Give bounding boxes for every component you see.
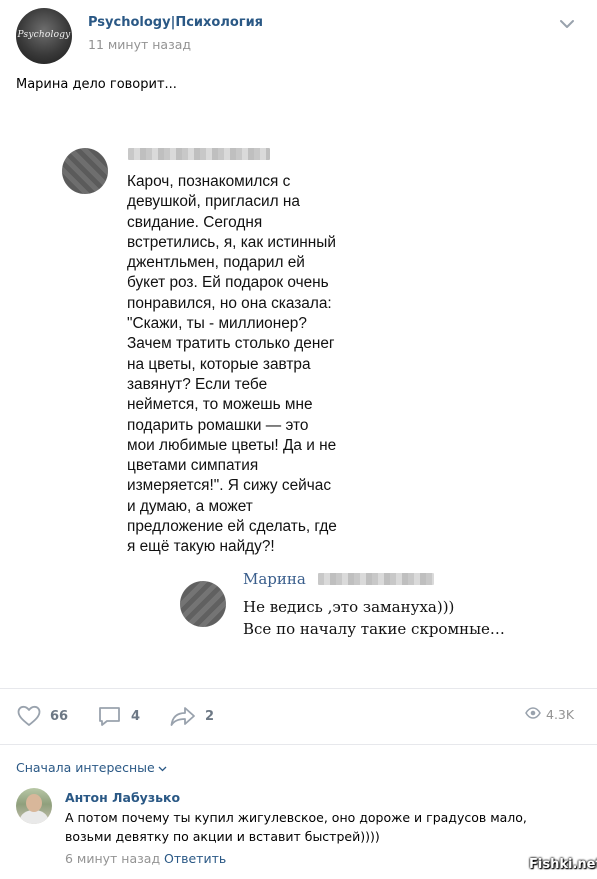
reply-button[interactable]: Ответить xyxy=(164,851,226,866)
blurred-name xyxy=(128,148,270,160)
commenter-avatar[interactable] xyxy=(16,788,52,824)
share-icon xyxy=(169,704,197,728)
like-button[interactable]: 66 xyxy=(16,703,68,729)
comment-time[interactable]: 6 минут назад xyxy=(65,851,160,866)
divider xyxy=(0,688,597,689)
share-button[interactable]: 2 xyxy=(169,703,214,729)
comment-text: А потом почему ты купил жигулевское, оно… xyxy=(65,810,527,844)
like-count: 66 xyxy=(50,708,69,724)
chat-message: Кароч, познакомился с девушкой, пригласи… xyxy=(127,173,337,556)
reply-author: Марина xyxy=(243,570,306,588)
comment-button[interactable]: 4 xyxy=(97,703,140,729)
views-icon xyxy=(525,707,541,722)
chevron-down-icon xyxy=(155,760,167,775)
comment-icon xyxy=(97,704,123,728)
post-time[interactable]: 11 минут назад xyxy=(88,37,191,52)
views-counter: 4.3K xyxy=(525,707,574,722)
like-icon xyxy=(16,704,42,728)
comment-author[interactable]: Антон Лабузько xyxy=(65,790,180,805)
community-avatar[interactable]: Psychology xyxy=(16,8,72,64)
pixelated-avatar-reply xyxy=(180,581,226,627)
reply-message: Не ведись ,это замануха))) Все по началу… xyxy=(243,598,505,638)
blurred-reply-name xyxy=(318,573,434,585)
watermark: Fishki.net xyxy=(529,857,597,872)
comment-count: 4 xyxy=(131,708,141,724)
post-author[interactable]: Psychology|Психология xyxy=(88,15,263,30)
avatar-caption: Psychology xyxy=(17,30,71,40)
chevron-down-icon[interactable] xyxy=(558,16,576,30)
comments-sort-dropdown[interactable]: Сначала интересные xyxy=(16,760,167,775)
post-text: Марина дело говорит... xyxy=(16,77,177,92)
sort-label: Сначала интересные xyxy=(16,760,155,775)
share-count: 2 xyxy=(205,708,215,724)
pixelated-avatar xyxy=(62,148,108,194)
divider xyxy=(0,744,597,745)
views-count: 4.3K xyxy=(546,707,575,722)
